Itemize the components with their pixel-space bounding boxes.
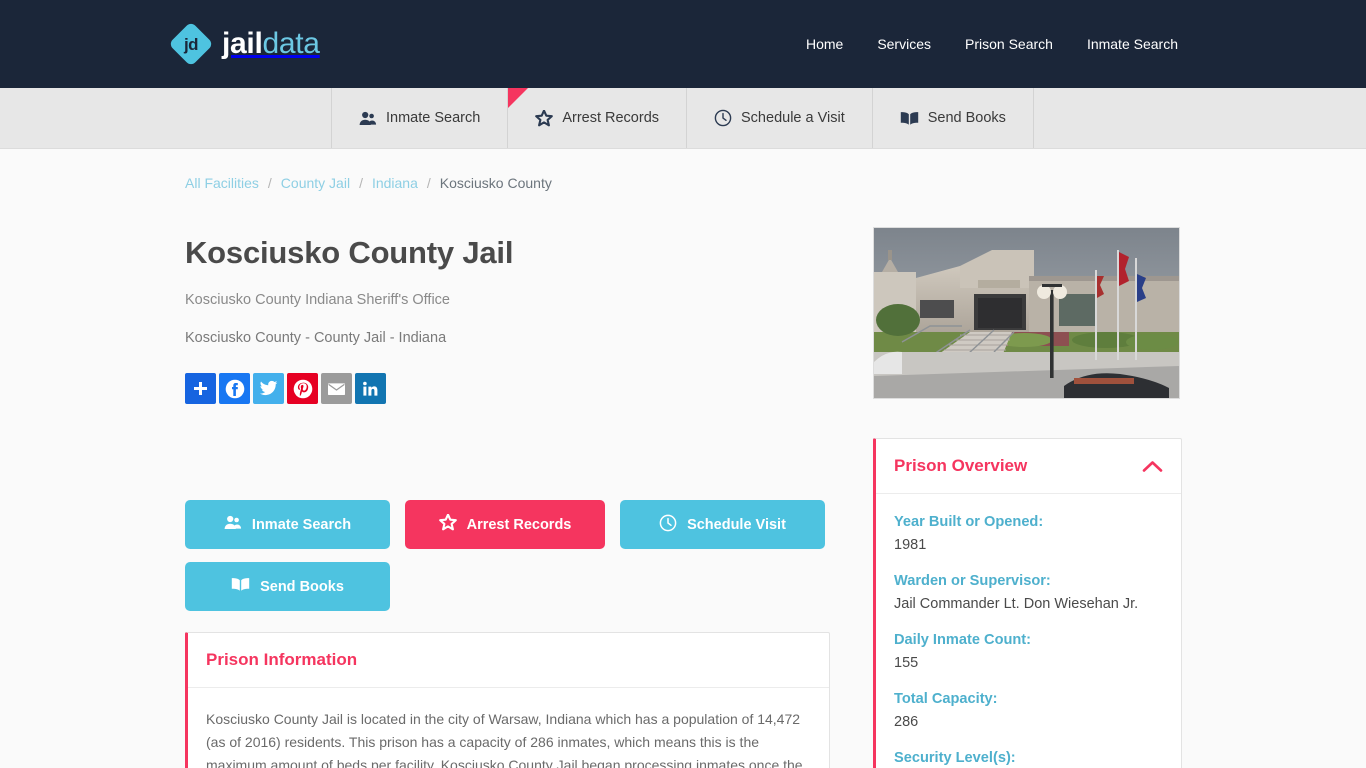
prison-overview-card: Prison Overview Year Built or Opened: 19… <box>873 438 1182 768</box>
breadcrumb-all-facilities[interactable]: All Facilities <box>185 175 259 191</box>
overview-label-security-level: Security Level(s): <box>894 750 1016 766</box>
book-icon <box>231 577 250 596</box>
card-heading: Prison Overview <box>894 456 1028 475</box>
addthis-share-icon[interactable] <box>185 373 216 404</box>
prison-information-text: Kosciusko County Jail is located in the … <box>206 711 803 768</box>
email-icon[interactable] <box>321 373 352 404</box>
main-navigation: Home Services Prison Search Inmate Searc… <box>789 26 1195 62</box>
star-icon <box>438 513 457 535</box>
button-label: Arrest Records <box>466 516 572 533</box>
overview-value-year-built: 1981 <box>894 537 927 553</box>
subnav-label: Schedule a Visit <box>741 110 845 126</box>
breadcrumb-separator: / <box>426 175 431 191</box>
overview-label-year-built: Year Built or Opened: <box>894 514 1044 530</box>
card-heading: Prison Information <box>188 633 829 688</box>
breadcrumb-indiana[interactable]: Indiana <box>372 175 418 191</box>
nav-prison-search[interactable]: Prison Search <box>948 26 1070 62</box>
inmate-search-icon <box>224 515 242 534</box>
button-label: Schedule Visit <box>687 516 786 533</box>
book-icon <box>900 111 919 126</box>
subnav-item-send-books[interactable]: Send Books <box>873 88 1034 148</box>
breadcrumb-current: Kosciusko County <box>439 175 552 191</box>
pinterest-icon[interactable] <box>287 373 318 404</box>
brand-wordmark: jaildata <box>222 29 320 59</box>
facebook-icon[interactable] <box>219 373 250 404</box>
page-content: All Facilities / County Jail / Indiana /… <box>171 149 1195 768</box>
site-header: jd jaildata Home Services Prison Search … <box>0 0 1366 88</box>
subnav-item-arrest-records[interactable]: Arrest Records <box>508 88 688 148</box>
overview-value-total-capacity: 286 <box>894 714 919 730</box>
social-share-bar <box>185 373 844 404</box>
star-icon <box>535 109 554 127</box>
schedule-visit-button[interactable]: Schedule Visit <box>620 500 825 549</box>
subnav-label: Inmate Search <box>386 110 481 126</box>
site-logo[interactable]: jd jaildata <box>168 21 320 67</box>
button-label: Send Books <box>260 578 344 595</box>
subnav-label: Arrest Records <box>562 110 660 126</box>
overview-label-total-capacity: Total Capacity: <box>894 691 998 707</box>
breadcrumb-separator: / <box>359 175 363 191</box>
twitter-icon[interactable] <box>253 373 284 404</box>
prison-information-card: Prison Information Kosciusko County Jail… <box>185 632 830 768</box>
subnav-item-schedule-a-visit[interactable]: Schedule a Visit <box>687 88 873 148</box>
facility-agency: Kosciusko County Indiana Sheriff's Offic… <box>185 292 450 308</box>
action-button-group: Inmate Search Arrest Records Schedule Vi… <box>185 500 830 611</box>
jaildata-logo-icon: jd <box>168 21 214 67</box>
breadcrumb: All Facilities / County Jail / Indiana /… <box>185 149 1181 191</box>
brand-word-data: data <box>262 27 321 60</box>
nav-inmate-search[interactable]: Inmate Search <box>1070 26 1195 62</box>
button-label: Inmate Search <box>251 516 352 533</box>
active-corner-flag <box>508 88 529 108</box>
overview-label-daily-inmate-count: Daily Inmate Count: <box>894 632 1032 648</box>
inmate-search-button[interactable]: Inmate Search <box>185 500 390 549</box>
breadcrumb-separator: / <box>267 175 272 191</box>
clock-icon <box>714 109 732 127</box>
overview-value-daily-inmate-count: 155 <box>894 655 919 671</box>
prison-overview-fields: Year Built or Opened: 1981 Warden or Sup… <box>876 494 1181 768</box>
inmate-search-icon <box>359 111 377 126</box>
overview-label-warden: Warden or Supervisor: <box>894 573 1051 589</box>
send-books-button[interactable]: Send Books <box>185 562 390 611</box>
prison-overview-header[interactable]: Prison Overview <box>876 439 1181 494</box>
brand-word-jail: jail <box>222 27 263 60</box>
page-title: Kosciusko County Jail <box>185 235 514 270</box>
secondary-navigation: Inmate Search Arrest Records Schedule a … <box>0 88 1366 149</box>
nav-home[interactable]: Home <box>789 26 860 62</box>
nav-services[interactable]: Services <box>860 26 948 62</box>
subnav-item-inmate-search[interactable]: Inmate Search <box>331 88 509 148</box>
facility-photo <box>873 227 1180 399</box>
breadcrumb-county-jail[interactable]: County Jail <box>281 175 350 191</box>
linkedin-icon[interactable] <box>355 373 386 404</box>
chevron-up-icon[interactable] <box>1142 460 1163 473</box>
subnav-label: Send Books <box>927 110 1006 126</box>
facility-location: Kosciusko County - County Jail - Indiana <box>185 330 447 346</box>
overview-value-warden: Jail Commander Lt. Don Wiesehan Jr. <box>894 596 1139 612</box>
arrest-records-button[interactable]: Arrest Records <box>405 500 605 549</box>
clock-icon <box>659 514 677 536</box>
facility-photo-image <box>874 228 1179 398</box>
